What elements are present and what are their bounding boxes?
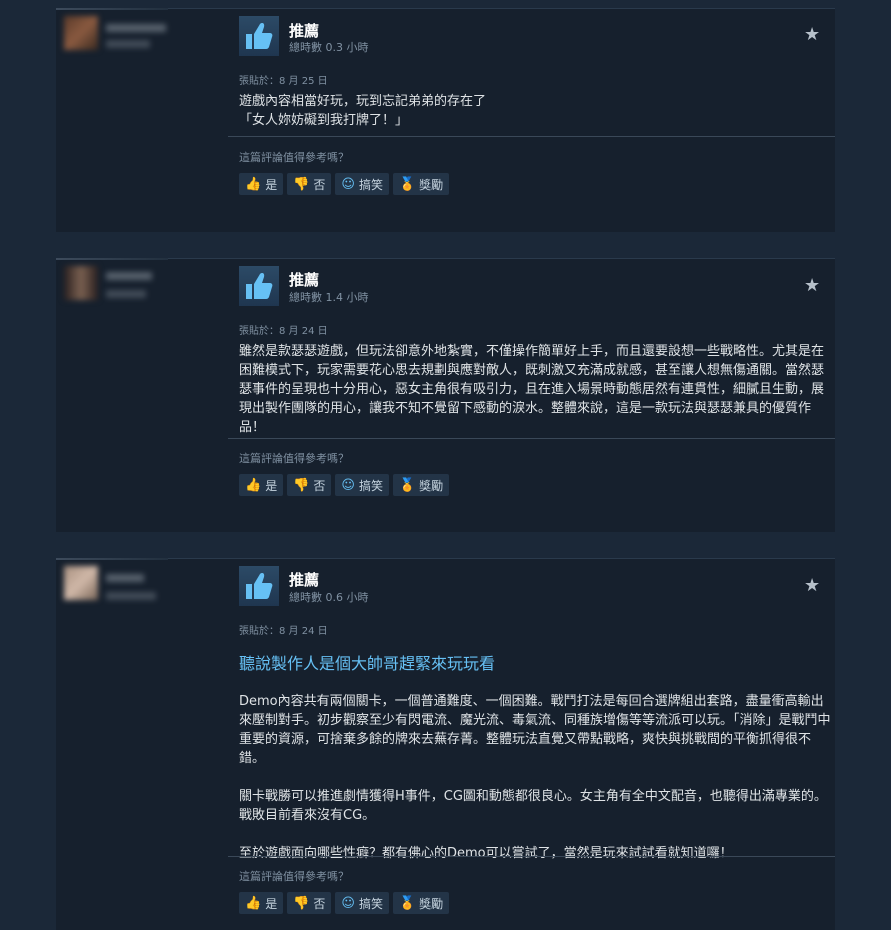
thumbs-down-icon: 👎 bbox=[293, 477, 310, 493]
review-text: 遊戲內容相當好玩，玩到忘記弟弟的存在了 「女人妳妨礙到我打牌了！」 bbox=[239, 92, 831, 130]
award-icon: 🏅 bbox=[398, 477, 416, 493]
review-paragraph: 遊戲內容相當好玩，玩到忘記弟弟的存在了 bbox=[239, 94, 487, 109]
posted-date: 張貼於：8 月 24 日 bbox=[239, 326, 328, 337]
avatar[interactable] bbox=[64, 16, 98, 50]
star-icon[interactable]: ★ bbox=[804, 275, 820, 296]
reviewer-name[interactable] bbox=[106, 272, 152, 280]
posted-date: 張貼於：8 月 24 日 bbox=[239, 626, 328, 637]
award-icon: 🏅 bbox=[398, 895, 416, 911]
review-card: 推薦 總時數 0.3 小時 ★ 張貼於：8 月 25 日 遊戲內容相當好玩，玩到… bbox=[56, 8, 835, 232]
helpful-question: 這篇評論值得參考嗎？ bbox=[239, 151, 349, 164]
playtime: 總時數 0.3 小時 bbox=[289, 41, 369, 54]
review-paragraph: 關卡戰勝可以推進劇情獲得H事件，CG圖和動態都很良心。女主角有全中文配音，也聽得… bbox=[239, 789, 827, 823]
thumbs-up-icon: 👍 bbox=[245, 176, 262, 192]
divider bbox=[56, 258, 168, 260]
vote-buttons: 👍 是 👎 否 ☺ 搞笑 🏅 獎勵 bbox=[239, 474, 450, 496]
recommendation-title[interactable]: 推薦 bbox=[289, 569, 319, 590]
playtime: 總時數 0.6 小時 bbox=[289, 591, 369, 604]
thumbs-down-icon: 👎 bbox=[293, 895, 310, 911]
thumbs-up-icon bbox=[246, 273, 273, 299]
smiley-icon: ☺ bbox=[341, 477, 355, 493]
thumbs-up-icon: 👍 bbox=[245, 895, 262, 911]
avatar[interactable] bbox=[64, 566, 98, 600]
vote-no-button[interactable]: 👎 否 bbox=[287, 474, 332, 496]
reviewer-stats bbox=[106, 40, 150, 48]
thumbs-down-icon: 👎 bbox=[293, 176, 310, 192]
helpful-question: 這篇評論值得參考嗎？ bbox=[239, 452, 349, 465]
divider bbox=[56, 8, 168, 10]
thumbs-up-icon: 👍 bbox=[245, 477, 262, 493]
vote-funny-button[interactable]: ☺ 搞笑 bbox=[335, 474, 389, 496]
recommended-thumb[interactable] bbox=[239, 266, 279, 306]
reviewer-stats bbox=[106, 290, 146, 298]
thumbs-up-icon bbox=[246, 573, 273, 599]
star-icon[interactable]: ★ bbox=[804, 575, 820, 596]
recommendation-title[interactable]: 推薦 bbox=[289, 269, 319, 290]
review-paragraph: 「女人妳妨礙到我打牌了！」 bbox=[239, 113, 409, 128]
divider bbox=[168, 558, 835, 559]
reviewer-stats bbox=[106, 592, 156, 600]
vote-funny-button[interactable]: ☺ 搞笑 bbox=[335, 173, 389, 195]
review-text: Demo內容共有兩個關卡，一個普通難度、一個困難。戰鬥打法是每回合選牌組出套路，… bbox=[239, 692, 831, 863]
vote-buttons: 👍 是 👎 否 ☺ 搞笑 🏅 獎勵 bbox=[239, 173, 450, 195]
thumbs-up-icon bbox=[246, 23, 273, 49]
review-card: 推薦 總時數 0.6 小時 ★ 張貼於：8 月 24 日 聽說製作人是個大帥哥趕… bbox=[56, 558, 835, 930]
divider bbox=[56, 558, 168, 560]
divider bbox=[228, 136, 835, 137]
recommendation-title[interactable]: 推薦 bbox=[289, 20, 319, 41]
posted-date: 張貼於：8 月 25 日 bbox=[239, 76, 328, 87]
vote-no-button[interactable]: 👎 否 bbox=[287, 892, 332, 914]
avatar[interactable] bbox=[64, 266, 98, 300]
review-paragraph: Demo內容共有兩個關卡，一個普通難度、一個困難。戰鬥打法是每回合選牌組出套路，… bbox=[239, 694, 831, 766]
review-headline: 聽說製作人是個大帥哥趕緊來玩玩看 bbox=[239, 654, 496, 673]
vote-yes-button[interactable]: 👍 是 bbox=[239, 892, 284, 914]
reviewer-name[interactable] bbox=[106, 24, 166, 32]
vote-yes-button[interactable]: 👍 是 bbox=[239, 173, 284, 195]
divider bbox=[228, 856, 835, 857]
divider bbox=[168, 8, 835, 9]
star-icon[interactable]: ★ bbox=[804, 24, 820, 45]
award-button[interactable]: 🏅 獎勵 bbox=[392, 173, 450, 195]
award-button[interactable]: 🏅 獎勵 bbox=[392, 474, 450, 496]
review-card: 推薦 總時數 1.4 小時 ★ 張貼於：8 月 24 日 雖然是款瑟瑟遊戲，但玩… bbox=[56, 258, 835, 532]
vote-buttons: 👍 是 👎 否 ☺ 搞笑 🏅 獎勵 bbox=[239, 892, 450, 914]
smiley-icon: ☺ bbox=[341, 895, 355, 911]
review-text: 雖然是款瑟瑟遊戲，但玩法卻意外地紮實，不僅操作簡單好上手，而且還要設想一些戰略性… bbox=[239, 342, 831, 437]
reviewer-name[interactable] bbox=[106, 574, 144, 582]
vote-yes-button[interactable]: 👍 是 bbox=[239, 474, 284, 496]
playtime: 總時數 1.4 小時 bbox=[289, 291, 369, 304]
recommended-thumb[interactable] bbox=[239, 566, 279, 606]
helpful-question: 這篇評論值得參考嗎？ bbox=[239, 870, 349, 883]
divider bbox=[168, 258, 835, 259]
divider bbox=[228, 438, 835, 439]
smiley-icon: ☺ bbox=[341, 176, 355, 192]
review-paragraph: 至於遊戲面向哪些性癖？都有佛心的Demo可以嘗試了，當然是玩來試試看就知道囉！ bbox=[239, 846, 733, 861]
vote-no-button[interactable]: 👎 否 bbox=[287, 173, 332, 195]
award-icon: 🏅 bbox=[398, 176, 416, 192]
review-paragraph: 雖然是款瑟瑟遊戲，但玩法卻意外地紮實，不僅操作簡單好上手，而且還要設想一些戰略性… bbox=[239, 344, 825, 435]
recommended-thumb[interactable] bbox=[239, 16, 279, 56]
vote-funny-button[interactable]: ☺ 搞笑 bbox=[335, 892, 389, 914]
award-button[interactable]: 🏅 獎勵 bbox=[392, 892, 450, 914]
